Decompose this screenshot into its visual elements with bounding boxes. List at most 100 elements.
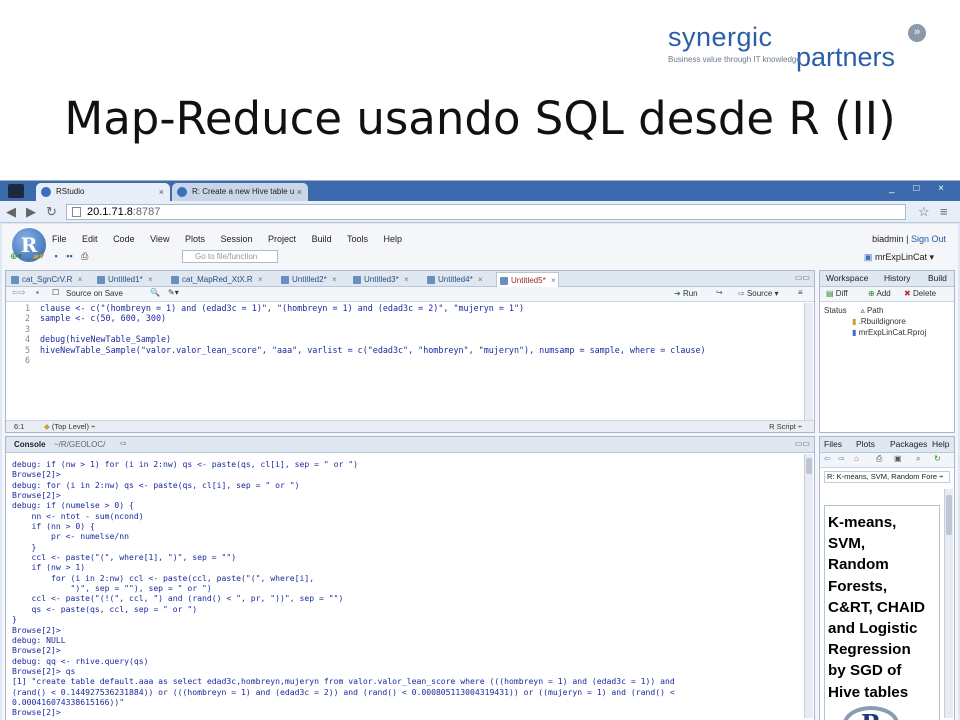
sign-out-link[interactable]: Sign Out	[911, 234, 946, 244]
open-in-window-icon[interactable]: ▣	[894, 454, 902, 463]
help-topic-select[interactable]: R: K-means, SVM, Random Fore ÷	[824, 471, 950, 483]
tab-plots[interactable]: Plots	[856, 439, 875, 449]
scroll-thumb[interactable]	[806, 458, 812, 474]
pane-minmax-icon[interactable]: ▭▭	[795, 439, 810, 448]
project-icon: ▣	[863, 252, 873, 262]
editor-tab[interactable]: Untitled1* ×	[94, 272, 155, 287]
save-all-icon[interactable]: ▪▪	[66, 251, 72, 261]
tab-help[interactable]: Help	[932, 439, 949, 449]
menu-view[interactable]: View	[150, 234, 169, 244]
editor-tab[interactable]: Untitled4* ×	[424, 272, 485, 287]
browser-tab-help[interactable]: R: Create a new Hive table u ×	[172, 183, 308, 201]
synergic-partners-logo: synergic partners Business value through…	[668, 22, 938, 72]
browser-window: RStudio × R: Create a new Hive table u ×…	[0, 180, 960, 720]
forward-arrow-icon[interactable]: ▶	[26, 204, 36, 220]
editor-tab[interactable]: Untitled3* ×	[350, 272, 411, 287]
console-scrollbar[interactable]	[804, 454, 813, 718]
print-icon[interactable]: ⎙	[81, 251, 88, 261]
save-icon[interactable]: ▪	[55, 251, 58, 261]
search-icon[interactable]: 🔍	[150, 288, 160, 297]
diff-button[interactable]: ▤ Diff	[826, 289, 848, 298]
menu-session[interactable]: Session	[221, 234, 253, 244]
save-icon[interactable]: ▪	[36, 288, 39, 297]
search-icon[interactable]: ⌕	[916, 454, 920, 464]
back-arrow-icon[interactable]: ⇦⇨	[12, 288, 25, 297]
editor-tab[interactable]: Untitled2* ×	[278, 272, 339, 287]
back-arrow-icon[interactable]: ⇦	[824, 454, 831, 463]
forward-arrow-icon[interactable]: ⇨	[838, 454, 845, 463]
rerun-icon[interactable]: ↪	[716, 288, 723, 297]
go-to-file-input[interactable]: Go to file/function	[182, 250, 278, 263]
browser-tab-rstudio[interactable]: RStudio ×	[36, 183, 170, 201]
help-scrollbar[interactable]	[944, 489, 953, 718]
source-on-save-checkbox[interactable]: ☐	[52, 288, 59, 297]
console-output[interactable]: debug: if (nw > 1) for (i in 2:nw) qs <-…	[12, 459, 800, 718]
delete-button[interactable]: ✖ Delete	[904, 289, 936, 298]
close-icon[interactable]: ×	[258, 272, 263, 287]
menu-plots[interactable]: Plots	[185, 234, 205, 244]
logo-word-synergic: synergic	[668, 22, 773, 52]
browser-tab-label: RStudio	[56, 187, 85, 196]
r-file-icon	[353, 276, 361, 284]
run-button[interactable]: ➜ Run	[674, 289, 698, 298]
editor-tab[interactable]: cat_MapRed_XtX.R ×	[168, 272, 265, 287]
tab-packages[interactable]: Packages	[890, 439, 927, 449]
back-arrow-icon[interactable]: ◀	[6, 204, 16, 220]
outline-menu-icon[interactable]: ≡	[798, 288, 803, 297]
list-item[interactable]: ▮ mrExpLinCat.Rproj	[824, 327, 926, 338]
code-text[interactable]: clause <- c("(hombreyn = 1) and (edad3c …	[40, 303, 706, 355]
menu-file[interactable]: File	[52, 234, 67, 244]
editor-toolbar: ⇦⇨ ▪ ☐ Source on Save 🔍 ✎▾ ➜ Run ↪ ⇨ Sou…	[6, 287, 814, 302]
source-label: Source	[746, 289, 773, 298]
new-file-icon[interactable]: ⊕▾	[10, 251, 22, 261]
close-tab-icon[interactable]: ×	[159, 183, 164, 201]
console-header: Console ~/R/GEOLOC/ ⇨ ▭▭	[6, 437, 814, 453]
menu-project[interactable]: Project	[268, 234, 296, 244]
editor-tab-active[interactable]: Untitled5* ×	[496, 272, 559, 287]
menu-code[interactable]: Code	[113, 234, 135, 244]
go-to-directory-icon[interactable]: ⇨	[120, 439, 127, 448]
print-icon[interactable]: ⎙	[876, 454, 882, 464]
menu-tools[interactable]: Tools	[347, 234, 368, 244]
close-icon[interactable]: ×	[332, 272, 337, 287]
wrench-menu-icon[interactable]: ≡	[940, 204, 948, 219]
editor-tab-label: cat_SgnCrV.R	[22, 275, 73, 284]
close-icon[interactable]: ×	[78, 272, 83, 287]
scroll-thumb[interactable]	[946, 495, 952, 535]
close-icon[interactable]: ×	[148, 272, 153, 287]
editor-tab[interactable]: cat_SgnCrV.R ×	[8, 272, 84, 287]
tab-workspace[interactable]: Workspace	[826, 273, 868, 283]
refresh-icon[interactable]: ↻	[934, 454, 941, 463]
close-icon[interactable]: ×	[551, 273, 556, 288]
scope-menu[interactable]: ◆ (Top Level) ÷	[44, 421, 95, 432]
r-favicon-icon	[177, 187, 187, 197]
menu-edit[interactable]: Edit	[82, 234, 98, 244]
address-bar[interactable]: 20.1.71.8:8787	[66, 204, 906, 220]
list-item[interactable]: ▮ .Rbuildignore	[824, 316, 926, 327]
source-button[interactable]: ⇨ Source ▾	[738, 289, 779, 298]
tab-files[interactable]: Files	[824, 439, 842, 449]
close-icon[interactable]: ×	[478, 272, 483, 287]
home-icon[interactable]: ⌂	[854, 454, 859, 463]
close-tab-icon[interactable]: ×	[297, 183, 302, 201]
window-controls[interactable]: _ □ ×	[889, 183, 952, 194]
diff-icon: ▤	[826, 289, 834, 298]
bookmark-star-icon[interactable]: ☆	[918, 204, 930, 220]
close-icon[interactable]: ×	[404, 272, 409, 287]
menu-build[interactable]: Build	[312, 234, 332, 244]
open-folder-icon[interactable]: ▰▾	[33, 251, 44, 261]
tab-build[interactable]: Build	[928, 273, 947, 283]
file-type-menu[interactable]: R Script ÷	[769, 421, 802, 432]
wand-icon[interactable]: ✎▾	[168, 288, 179, 297]
username: biadmin	[872, 234, 904, 244]
menu-help[interactable]: Help	[383, 234, 402, 244]
project-menu[interactable]: ▣ mrExpLinCat ▾	[864, 252, 934, 263]
editor-scrollbar[interactable]	[804, 303, 813, 420]
console-title[interactable]: Console	[14, 440, 46, 449]
tab-history[interactable]: History	[884, 273, 910, 283]
editor-tabs: cat_SgnCrV.R × Untitled1* × cat_MapRed_XtX…	[6, 271, 814, 287]
pane-minmax-icon[interactable]: ▭▭	[795, 273, 810, 282]
reload-icon[interactable]: ↻	[46, 204, 57, 220]
delete-label: Delete	[912, 289, 937, 298]
add-button[interactable]: ⊕ Add	[868, 289, 891, 298]
